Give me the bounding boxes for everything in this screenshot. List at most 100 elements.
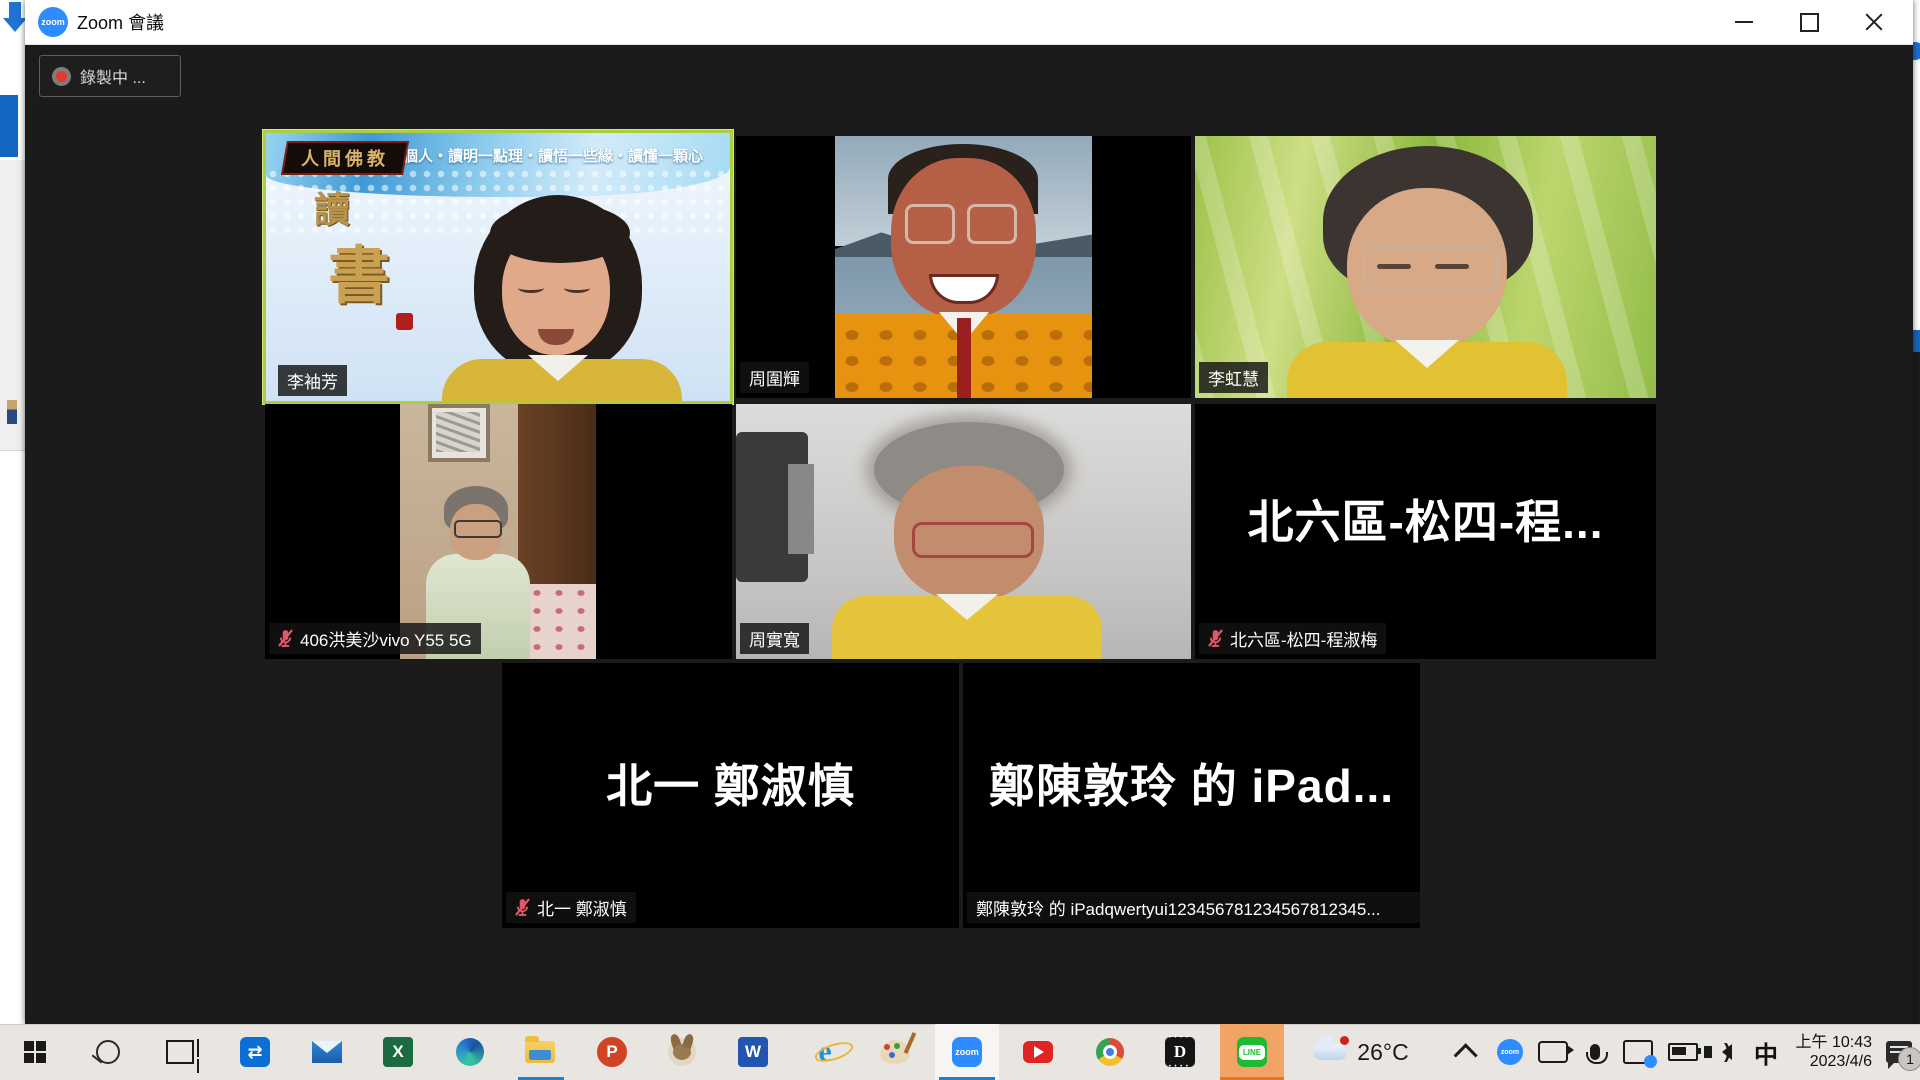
recording-label: 錄製中 ... — [80, 64, 146, 88]
weather-temperature: 26°C — [1357, 1039, 1408, 1066]
taskbar-app-d-player[interactable]: D — [1156, 1024, 1204, 1080]
edge-icon — [456, 1038, 484, 1066]
minimize-icon — [1735, 21, 1753, 23]
excel-icon: X — [383, 1037, 413, 1067]
windows-logo-icon — [24, 1041, 46, 1063]
tray-screen-share[interactable] — [1616, 1024, 1660, 1080]
red-seal — [396, 313, 413, 330]
title-bar: zoom Zoom 會議 — [25, 0, 1913, 45]
desktop: zoom Zoom 會議 錄製中 ... 讀做一個人・讀明一點理・讀悟一些緣・讀… — [0, 0, 1920, 1080]
tray-ime[interactable]: 中 — [1748, 1024, 1784, 1080]
taskbar-app-zoom[interactable]: zoom — [943, 1024, 991, 1080]
taskbar-app-teamviewer[interactable] — [231, 1024, 279, 1080]
name-label: 李虹慧 — [1199, 362, 1268, 393]
ime-indicator: 中 — [1754, 1035, 1778, 1070]
display-name-large: 北一 鄭淑慎 — [502, 663, 959, 902]
download-arrow-icon-head — [3, 18, 27, 32]
clock-time: 上午 10:43 — [1796, 1033, 1873, 1052]
name-text: 北六區-松四-程淑梅 — [1230, 626, 1377, 651]
wood-furniture — [518, 404, 596, 594]
start-button[interactable] — [10, 1024, 60, 1080]
background-blue-bar — [0, 95, 18, 157]
task-view-button[interactable] — [156, 1024, 204, 1080]
wall-background — [736, 404, 1191, 659]
youtube-icon — [1023, 1041, 1053, 1063]
paint-palette-icon — [880, 1040, 910, 1064]
name-text: 鄭陳敦玲 的 iPadqwertyui123456781234567812345… — [976, 895, 1381, 920]
weather-widget[interactable]: 26°C — [1296, 1024, 1426, 1080]
emule-icon — [668, 1038, 696, 1066]
taskbar-app-excel[interactable]: X — [374, 1024, 422, 1080]
clock-date: 2023/4/6 — [1810, 1052, 1872, 1071]
recording-indicator-button[interactable]: 錄製中 ... — [39, 55, 181, 97]
tray-camera[interactable] — [1532, 1024, 1574, 1080]
video-tile-cheng-shu-mei[interactable]: 北六區-松四-程... 北六區-松四-程淑梅 — [1195, 404, 1656, 659]
action-center-button[interactable]: 1 — [1878, 1024, 1920, 1080]
participant-tie — [957, 318, 971, 398]
taskbar-app-word[interactable]: W — [729, 1024, 777, 1080]
mic-muted-icon — [278, 629, 293, 648]
taskbar-app-edge[interactable] — [446, 1024, 494, 1080]
mail-icon — [312, 1041, 342, 1063]
taskbar-app-line[interactable]: LINE — [1228, 1024, 1276, 1080]
name-label: 鄭陳敦玲 的 iPadqwertyui123456781234567812345… — [967, 892, 1420, 923]
taskbar-app-file-explorer[interactable] — [516, 1024, 564, 1080]
word-icon: W — [738, 1037, 768, 1067]
name-text: 周圍輝 — [749, 365, 800, 390]
search-button[interactable] — [84, 1024, 132, 1080]
mic-muted-icon — [1208, 629, 1223, 648]
name-label: 李袖芳 — [278, 365, 347, 396]
video-tile-zhou-shi-kuan[interactable]: 周實寬 — [736, 404, 1191, 659]
video-tile-zheng-chen-dun-ling-ipad[interactable]: 鄭陳敦玲 的 iPad... 鄭陳敦玲 的 iPadqwertyui123456… — [963, 663, 1420, 928]
taskbar-app-youtube[interactable] — [1014, 1024, 1062, 1080]
screen-share-icon — [1623, 1040, 1653, 1064]
chevron-up-icon — [1453, 1043, 1477, 1067]
internet-explorer-icon: e — [818, 1035, 831, 1069]
zoom-logo-icon: zoom — [38, 7, 68, 37]
notification-icon: 1 — [1886, 1041, 1912, 1063]
taskbar-app-mail[interactable] — [303, 1024, 351, 1080]
minimize-button[interactable] — [1718, 0, 1770, 44]
calligraphy-shu: 書 — [328, 225, 390, 315]
close-button[interactable] — [1848, 0, 1900, 44]
background-blue-segment — [1913, 330, 1920, 352]
background-window-left-sliver — [0, 0, 25, 1024]
maximize-button[interactable] — [1783, 0, 1835, 44]
glasses-icon — [905, 204, 955, 244]
zoom-tray-icon: zoom — [1497, 1039, 1523, 1065]
video-tile-li-xiu-fang[interactable]: 讀做一個人・讀明一點理・讀悟一些緣・讀懂一顆心 人間佛教 讀 書 李袖芳 — [263, 130, 733, 404]
video-content — [400, 404, 596, 659]
powerpoint-icon: P — [597, 1037, 627, 1067]
zoom-app-icon: zoom — [952, 1037, 982, 1067]
tray-clock[interactable]: 上午 10:43 2023/4/6 — [1786, 1024, 1872, 1080]
video-tile-hong-mei-sha[interactable]: 406洪美沙vivo Y55 5G — [265, 404, 732, 659]
battery-icon — [1668, 1043, 1698, 1061]
taskbar-app-powerpoint[interactable]: P — [588, 1024, 636, 1080]
speaker-icon — [1722, 1044, 1732, 1060]
taskbar-app-emule[interactable] — [658, 1024, 706, 1080]
line-bubble: LINE — [1239, 1045, 1265, 1060]
display-name-large: 北六區-松四-程... — [1195, 404, 1656, 633]
tray-zoom-icon[interactable]: zoom — [1490, 1024, 1530, 1080]
mic-muted-icon — [515, 898, 530, 917]
taskbar-app-internet-explorer[interactable]: e — [801, 1024, 849, 1080]
display-name-large: 鄭陳敦玲 的 iPad... — [963, 663, 1420, 902]
weather-cloud-icon — [1313, 1044, 1347, 1060]
participant-fringe — [490, 203, 630, 263]
tray-volume[interactable] — [1706, 1024, 1748, 1080]
background-tiny-icon — [7, 400, 17, 424]
taskbar-app-chrome[interactable] — [1086, 1024, 1134, 1080]
banner-slogan-text: 讀做一個人・讀明一點理・讀悟一些緣・讀懂一顆心 — [358, 145, 728, 166]
participant-eye — [1377, 264, 1411, 269]
video-tile-zheng-shu-shen[interactable]: 北一 鄭淑慎 北一 鄭淑慎 — [502, 663, 959, 928]
tray-battery[interactable] — [1662, 1024, 1704, 1080]
d-player-icon: D — [1165, 1037, 1195, 1067]
name-text: 北一 鄭淑慎 — [537, 895, 627, 920]
window-title: Zoom 會議 — [77, 0, 164, 44]
video-tile-zhou-wei-hui[interactable]: 周圍輝 — [736, 136, 1191, 398]
participant-eye — [564, 283, 590, 293]
tray-show-hidden-icons[interactable] — [1448, 1024, 1488, 1080]
taskbar-app-paint[interactable] — [871, 1024, 919, 1080]
video-tile-li-hong-hui[interactable]: 李虹慧 — [1195, 136, 1656, 398]
tray-microphone[interactable] — [1576, 1024, 1614, 1080]
